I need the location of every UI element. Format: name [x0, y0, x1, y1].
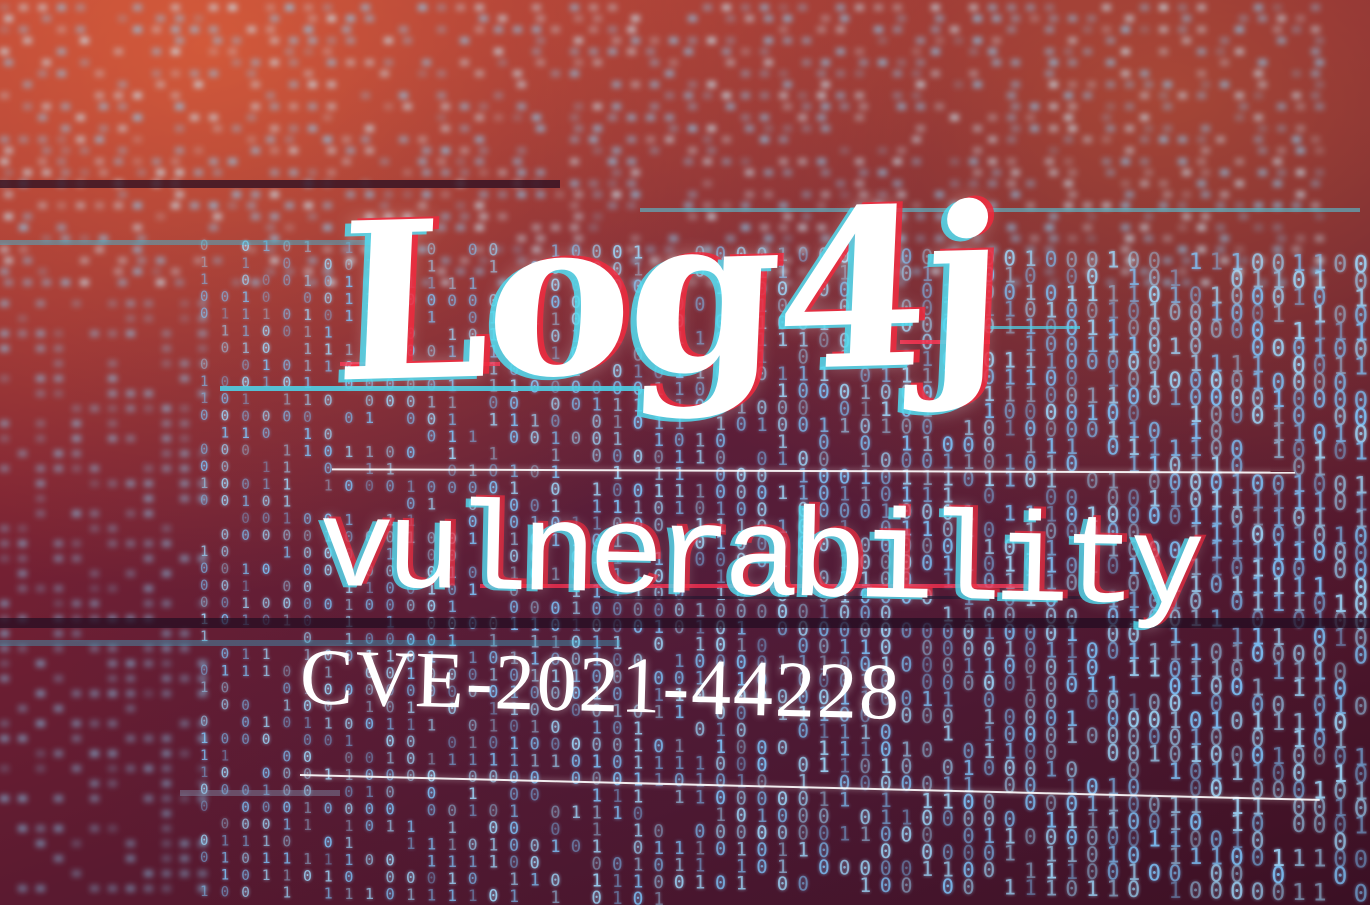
log4j-title: Log4j — [331, 158, 1006, 432]
top-divider-line — [331, 468, 1296, 474]
vulnerability-label: vulnerability — [316, 479, 1199, 642]
headline-group: Log4j vulnerability CVE-2021-44228 — [0, 0, 1370, 905]
hero-image: 0110001100010100011010111000010110000100… — [0, 0, 1370, 905]
bottom-divider-line — [299, 774, 1320, 801]
cve-identifier: CVE-2021-44228 — [298, 633, 903, 737]
